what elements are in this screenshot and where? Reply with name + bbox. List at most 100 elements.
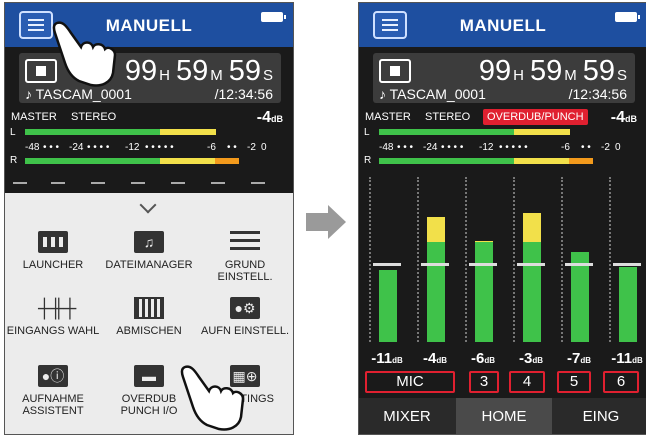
bottom-tabs: MIXER HOME EING [359, 398, 646, 434]
stop-icon[interactable] [379, 59, 411, 83]
rec-assistant-tile[interactable]: ●ⓘ AUFNAHME ASSISTENT [5, 365, 101, 417]
time-readout: 99 H 59 M 59 S [124, 55, 273, 87]
fader-track [417, 177, 419, 342]
fader-handle[interactable] [613, 263, 641, 266]
fader-track [561, 177, 563, 342]
launcher-tile[interactable]: LAUNCHER [5, 231, 101, 271]
total-time: /12:34:56 [214, 86, 273, 102]
total-time: /12:34:56 [568, 86, 627, 102]
right-channel-label: R [364, 155, 372, 166]
level-bar-yellow [523, 213, 541, 242]
mixer-channel[interactable]: -7dB [561, 177, 609, 367]
menu-overlay: LAUNCHER ♫ DATEIMANAGER GRUND EINSTELL. … [5, 193, 293, 434]
tile-label: DATEIMANAGER [105, 259, 193, 271]
tab-home[interactable]: HOME [456, 398, 552, 434]
folder-music-icon: ♫ [134, 231, 164, 253]
fader-handle[interactable] [565, 263, 593, 266]
master-label: MASTER [11, 111, 57, 123]
tile-label: EINGANGS WAHL [6, 325, 100, 337]
transport-display: 99 H 59 M 59 S ♪ TASCAM_0001 /12:34:56 [373, 53, 635, 103]
fader-value: -4dB [422, 350, 447, 367]
mixer-channel[interactable]: -6dB [465, 177, 513, 367]
rec-settings-tile[interactable]: ●⚙ AUFN EINSTELL. [197, 297, 293, 337]
left-meter-green [379, 129, 514, 135]
mixer-panel: -11dB -4dB -6dB -3dB -7dB -11dB MIC 3 4 5 6 [359, 177, 646, 393]
pointing-hand-icon [180, 365, 245, 431]
tab-input[interactable]: EING [553, 398, 646, 434]
mixer-icon [134, 297, 164, 319]
master-level: -4dB [610, 109, 637, 126]
header-bar: MANUELL [359, 3, 646, 47]
master-meter: MASTER STEREO -4dB L -48 • • • -24 • • •… [10, 109, 283, 166]
file-name: ♪ TASCAM_0001 [379, 86, 486, 102]
channel-button[interactable]: 6 [603, 371, 639, 393]
fader-track [513, 177, 515, 342]
mixer-channel[interactable]: -3dB [513, 177, 561, 367]
rec-info-icon: ●ⓘ [38, 365, 68, 387]
right-screen: MANUELL 99 H 59 M 59 S ♪ TASCAM_0001 /12:34:5… [358, 2, 646, 435]
mixer-channel[interactable]: -11dB [369, 177, 417, 367]
page-title: MANUELL [105, 16, 193, 35]
header-bar: MANUELL [5, 3, 293, 47]
channel-button[interactable]: 5 [557, 371, 591, 393]
level-bar-green [523, 242, 541, 342]
level-bar-green [379, 270, 397, 342]
tile-label: AUFNAHME ASSISTENT [22, 393, 84, 417]
level-bar-green [475, 242, 493, 342]
right-meter-green [25, 158, 160, 164]
right-arrow-icon [306, 205, 346, 239]
battery-icon [615, 12, 640, 22]
right-meter-yellow [160, 158, 215, 164]
mixdown-tile[interactable]: ABMISCHEN [101, 297, 197, 337]
fader-handle[interactable] [469, 263, 497, 266]
channel-button[interactable]: 4 [509, 371, 545, 393]
list-icon [230, 231, 260, 253]
tile-label: GRUND EINSTELL. [217, 259, 273, 283]
level-bar-green [427, 242, 445, 342]
fader-value: -6dB [470, 350, 495, 367]
chevron-down-icon[interactable] [139, 196, 157, 214]
fader-value: -11dB [611, 350, 643, 367]
fader-value: -7dB [566, 350, 591, 367]
grid-icon [38, 231, 68, 253]
basic-settings-tile[interactable]: GRUND EINSTELL. [197, 231, 293, 283]
overdub-badge: OVERDUB/PUNCH [483, 109, 588, 125]
fader-handle[interactable] [373, 263, 401, 266]
fader-track [609, 177, 611, 342]
right-meter-orange [569, 158, 593, 164]
channel-button[interactable]: MIC [365, 371, 455, 393]
overdub-icon: ▬ [134, 365, 164, 387]
fader-handle[interactable] [421, 263, 449, 266]
time-readout: 99 H 59 M 59 S [478, 55, 627, 87]
left-meter-yellow [514, 129, 570, 135]
left-meter-yellow [160, 129, 216, 135]
left-meter-green [25, 129, 160, 135]
left-channel-label: L [10, 127, 16, 138]
right-meter-green [379, 158, 514, 164]
tile-label: LAUNCHER [22, 259, 84, 271]
level-bar-yellow [475, 241, 493, 242]
master-label: MASTER [365, 111, 411, 123]
mixer-channel[interactable]: -11dB [609, 177, 646, 367]
left-screen: MANUELL 99 H 59 M 59 S ♪ TASCAM_0001 /12:34:5… [4, 2, 294, 435]
input-select-tile[interactable]: ┼╫┼ EINGANGS WAHL [5, 297, 101, 337]
mixer-channel[interactable]: -4dB [417, 177, 465, 367]
tile-label: AUFN EINSTELL. [200, 325, 290, 337]
level-bar-green [619, 267, 637, 342]
rec-gear-icon: ●⚙ [230, 297, 260, 319]
right-meter-yellow [514, 158, 569, 164]
fader-value: -3dB [518, 350, 543, 367]
master-level: -4dB [256, 109, 283, 126]
stereo-label: STEREO [425, 111, 471, 123]
fader-track [369, 177, 371, 342]
file-manager-tile[interactable]: ♫ DATEIMANAGER [101, 231, 197, 271]
fader-handle[interactable] [517, 263, 545, 266]
page-title: MANUELL [459, 16, 547, 35]
tab-mixer[interactable]: MIXER [359, 398, 455, 434]
fader-value: -11dB [371, 350, 403, 367]
dash-divider [5, 179, 293, 187]
channel-button[interactable]: 3 [469, 371, 499, 393]
battery-icon [261, 12, 286, 22]
right-meter-orange [215, 158, 239, 164]
pointing-hand-icon [52, 21, 117, 87]
